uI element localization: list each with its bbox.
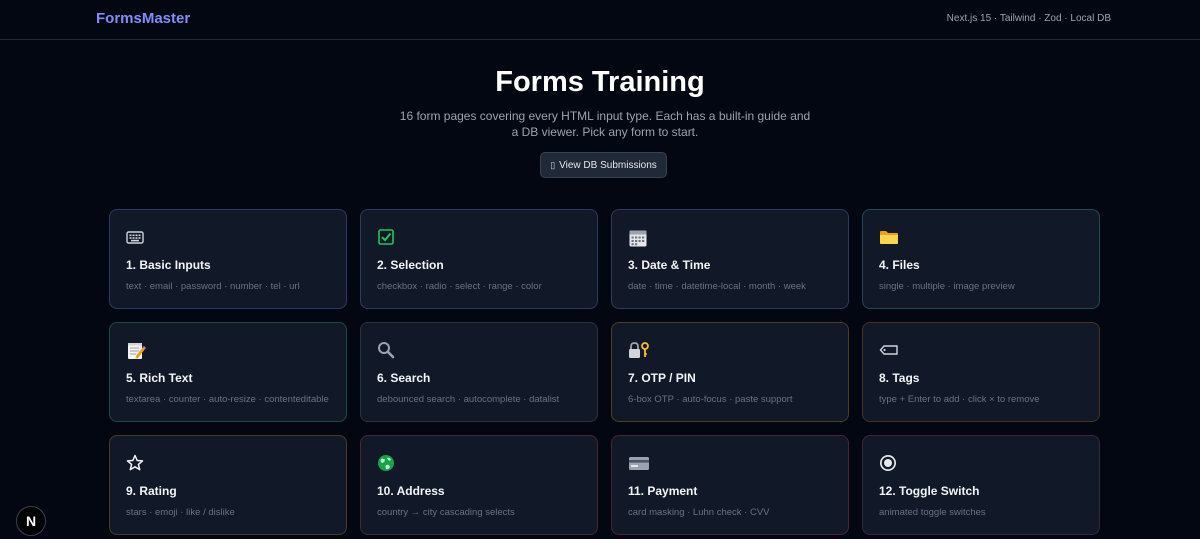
form-card-desc: text · email · password · number · tel ·… — [126, 281, 300, 292]
form-card-tags[interactable]: 8. Tags type + Enter to add · click × to… — [862, 322, 1100, 422]
page-title: Forms Training — [495, 66, 705, 98]
form-card-title: 8. Tags — [879, 371, 920, 385]
form-card-desc: date · time · datetime-local · month · w… — [628, 281, 806, 292]
form-card-title: 2. Selection — [377, 258, 444, 272]
credit-card-icon — [628, 454, 649, 472]
form-card-desc: textarea · counter · auto-resize · conte… — [126, 394, 329, 405]
form-card-title: 5. Rich Text — [126, 371, 193, 385]
globe-icon — [377, 454, 395, 472]
form-card-title: 7. OTP / PIN — [628, 371, 696, 385]
page-subtitle: 16 form pages covering every HTML input … — [399, 109, 811, 139]
top-nav: FormsMaster Next.js 15 · Tailwind · Zod … — [0, 0, 1200, 40]
form-card-basic-inputs[interactable]: 1. Basic Inputs text · email · password … — [109, 209, 347, 309]
tag-icon — [879, 341, 898, 359]
checkbox-icon — [377, 228, 395, 246]
form-card-otp-pin[interactable]: 7. OTP / PIN 6-box OTP · auto-focus · pa… — [611, 322, 849, 422]
form-card-title: 4. Files — [879, 258, 920, 272]
form-card-grid: 1. Basic Inputs text · email · password … — [109, 209, 1100, 535]
form-card-desc: card masking · Luhn check · CVV — [628, 507, 770, 518]
form-card-rating[interactable]: 9. Rating stars · emoji · like / dislike — [109, 435, 347, 535]
brand-logo-link[interactable]: FormsMaster — [96, 10, 190, 27]
form-card-title: 3. Date & Time — [628, 258, 711, 272]
nextjs-dev-badge[interactable]: N — [16, 506, 46, 536]
search-icon — [377, 341, 395, 359]
form-card-title: 1. Basic Inputs — [126, 258, 211, 272]
database-icon: ▯ — [550, 159, 556, 170]
keyboard-icon — [126, 228, 144, 246]
form-card-date-time[interactable]: 3. Date & Time date · time · datetime-lo… — [611, 209, 849, 309]
memo-icon — [126, 341, 146, 359]
form-card-title: 6. Search — [377, 371, 431, 385]
form-card-address[interactable]: 10. Address country → city cascading sel… — [360, 435, 598, 535]
form-card-title: 12. Toggle Switch — [879, 484, 980, 498]
form-card-desc: animated toggle switches — [879, 507, 986, 518]
form-card-desc: 6-box OTP · auto-focus · paste support — [628, 394, 793, 405]
lock-key-icon — [628, 341, 649, 359]
form-card-desc: debounced search · autocomplete · datali… — [377, 394, 560, 405]
form-card-payment[interactable]: 11. Payment card masking · Luhn check · … — [611, 435, 849, 535]
form-card-title: 11. Payment — [628, 484, 698, 498]
form-card-desc: type + Enter to add · click × to remove — [879, 394, 1040, 405]
folder-icon — [879, 228, 898, 246]
form-card-desc: checkbox · radio · select · range · colo… — [377, 281, 542, 292]
form-card-title: 9. Rating — [126, 484, 177, 498]
view-db-submissions-label: View DB Submissions — [559, 159, 657, 171]
form-card-title: 10. Address — [377, 484, 445, 498]
radio-button-icon — [879, 454, 897, 472]
form-card-desc: country → city cascading selects — [377, 507, 515, 518]
calendar-icon — [628, 228, 647, 247]
form-card-files[interactable]: 4. Files single · multiple · image previ… — [862, 209, 1100, 309]
form-card-toggle-switch[interactable]: 12. Toggle Switch animated toggle switch… — [862, 435, 1100, 535]
tech-stack-label: Next.js 15 · Tailwind · Zod · Local DB — [946, 13, 1111, 24]
form-card-desc: stars · emoji · like / dislike — [126, 507, 235, 518]
star-icon — [126, 454, 144, 472]
form-card-rich-text[interactable]: 5. Rich Text textarea · counter · auto-r… — [109, 322, 347, 422]
view-db-submissions-button[interactable]: ▯ View DB Submissions — [540, 152, 667, 178]
form-card-selection[interactable]: 2. Selection checkbox · radio · select ·… — [360, 209, 598, 309]
form-card-desc: single · multiple · image preview — [879, 281, 1015, 292]
form-card-search[interactable]: 6. Search debounced search · autocomplet… — [360, 322, 598, 422]
